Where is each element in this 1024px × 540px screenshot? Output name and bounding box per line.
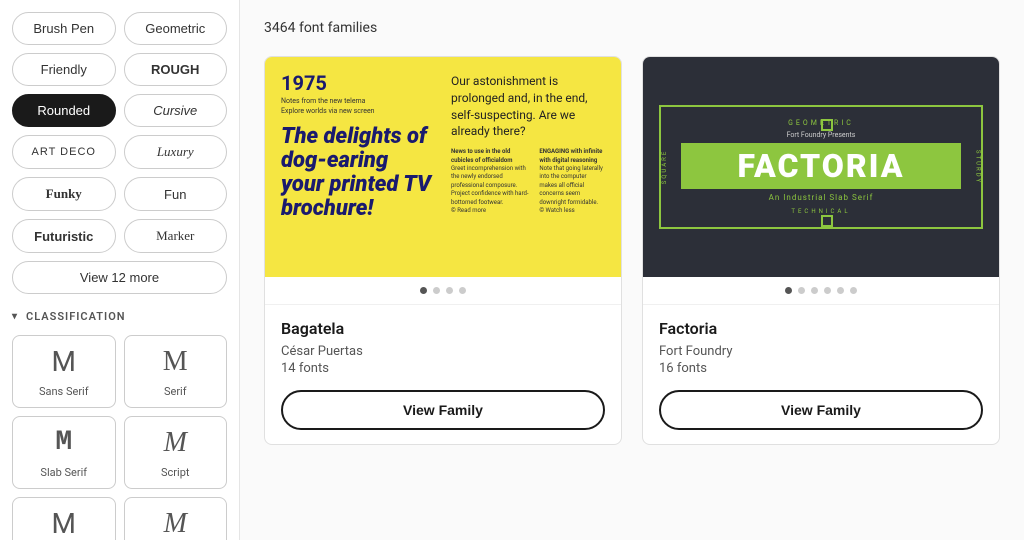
- factoria-info: Factoria Fort Foundry 16 fonts View Fami…: [643, 305, 999, 444]
- chevron-down-icon: ▾: [12, 311, 18, 322]
- slab-serif-label: Slab Serif: [40, 466, 87, 479]
- tag-futuristic[interactable]: Futuristic: [12, 219, 116, 253]
- sans-serif-letter: M: [21, 348, 107, 376]
- factoria-author: Fort Foundry: [659, 344, 983, 359]
- font-card-factoria: SQUARE GEOMETRIC Fort Foundry Presents F…: [642, 56, 1000, 445]
- factoria-side-right: STURDY: [974, 150, 981, 184]
- sans-serif-label: Sans Serif: [39, 385, 89, 398]
- classification-grid: M Sans Serif M Serif M Slab Serif M Scri…: [12, 335, 227, 540]
- factoria-dot-4: [824, 287, 831, 294]
- dot-2: [433, 287, 440, 294]
- bagatela-taglines: Notes from the new telema Explore worlds…: [281, 97, 435, 117]
- tag-rough[interactable]: ROUGH: [124, 53, 228, 86]
- bagatela-headline: The delights of dog-earing your printed …: [281, 125, 435, 222]
- display-letter: M: [21, 510, 107, 538]
- factoria-count: 16 fonts: [659, 361, 983, 376]
- tag-rounded[interactable]: Rounded: [12, 94, 116, 127]
- tag-geometric[interactable]: Geometric: [124, 12, 228, 45]
- factoria-subtitle: An Industrial Slab Serif: [681, 193, 961, 202]
- bagatela-info: Bagatela César Puertas 14 fonts View Fam…: [265, 305, 621, 444]
- factoria-dot-6: [850, 287, 857, 294]
- tag-fun[interactable]: Fun: [124, 177, 228, 211]
- class-display[interactable]: M Display: [12, 497, 116, 540]
- font-card-bagatela: 1975 Notes from the new telema Explore w…: [264, 56, 622, 445]
- view-family-factoria-button[interactable]: View Family: [659, 390, 983, 430]
- factoria-geo: GEOMETRIC: [681, 119, 961, 127]
- bagatela-body2: ENGAGING with infinite with digital reas…: [539, 148, 605, 215]
- bagatela-left: 1975 Notes from the new telema Explore w…: [281, 73, 435, 261]
- factoria-title: FACTORIA: [681, 143, 961, 189]
- class-script[interactable]: M Script: [124, 416, 228, 489]
- view-more-button[interactable]: View 12 more: [12, 261, 227, 294]
- bagatela-preview: 1975 Notes from the new telema Explore w…: [265, 57, 621, 277]
- class-sans-serif[interactable]: M Sans Serif: [12, 335, 116, 408]
- factoria-dot-1: [785, 287, 792, 294]
- factoria-dot-3: [811, 287, 818, 294]
- factoria-dot-2: [798, 287, 805, 294]
- tag-friendly[interactable]: Friendly: [12, 53, 116, 86]
- bagatela-author: César Puertas: [281, 344, 605, 359]
- bagatela-dots: [265, 277, 621, 305]
- serif-letter: M: [133, 348, 219, 376]
- factoria-bottom: TECHNICAL: [681, 208, 961, 215]
- dot-1: [420, 287, 427, 294]
- factoria-dot-5: [837, 287, 844, 294]
- factoria-presents: Fort Foundry Presents: [681, 131, 961, 139]
- bagatela-count: 14 fonts: [281, 361, 605, 376]
- view-family-bagatela-button[interactable]: View Family: [281, 390, 605, 430]
- font-cards-grid: 1975 Notes from the new telema Explore w…: [264, 56, 1000, 445]
- handwritten-letter: M: [133, 510, 219, 538]
- factoria-preview: SQUARE GEOMETRIC Fort Foundry Presents F…: [643, 57, 999, 277]
- bagatela-right: Our astonishment is prolonged and, in th…: [443, 73, 605, 261]
- results-count: 3464 font families: [264, 20, 1000, 36]
- factoria-box: GEOMETRIC Fort Foundry Presents FACTORIA…: [659, 105, 983, 229]
- main-content: 3464 font families 1975 Notes from the n…: [240, 0, 1024, 540]
- factoria-dots: [643, 277, 999, 305]
- script-label: Script: [161, 466, 189, 479]
- tag-luxury[interactable]: Luxury: [124, 135, 228, 169]
- tag-marker[interactable]: Marker: [124, 219, 228, 253]
- slab-serif-letter: M: [21, 429, 107, 457]
- class-handwritten[interactable]: M Handwritten: [124, 497, 228, 540]
- tag-brush-pen[interactable]: Brush Pen: [12, 12, 116, 45]
- sidebar: Brush Pen Geometric Friendly ROUGH Round…: [0, 0, 240, 540]
- bagatela-name: Bagatela: [281, 319, 605, 338]
- script-letter: M: [133, 429, 219, 457]
- bagatela-year: 1975: [281, 73, 435, 93]
- tag-grid: Brush Pen Geometric Friendly ROUGH Round…: [12, 12, 227, 253]
- tag-art-deco[interactable]: ART DECO: [12, 135, 116, 169]
- serif-label: Serif: [164, 385, 187, 398]
- factoria-name: Factoria: [659, 319, 983, 338]
- bagatela-body1: News to use in the old cubicles of offic…: [451, 148, 533, 215]
- class-slab-serif[interactable]: M Slab Serif: [12, 416, 116, 489]
- classification-header: ▾ CLASSIFICATION: [12, 310, 227, 323]
- bagatela-right-headline: Our astonishment is prolonged and, in th…: [451, 73, 605, 140]
- tag-funky[interactable]: Funky: [12, 177, 116, 211]
- tag-cursive[interactable]: Cursive: [124, 94, 228, 127]
- dot-4: [459, 287, 466, 294]
- dot-3: [446, 287, 453, 294]
- class-serif[interactable]: M Serif: [124, 335, 228, 408]
